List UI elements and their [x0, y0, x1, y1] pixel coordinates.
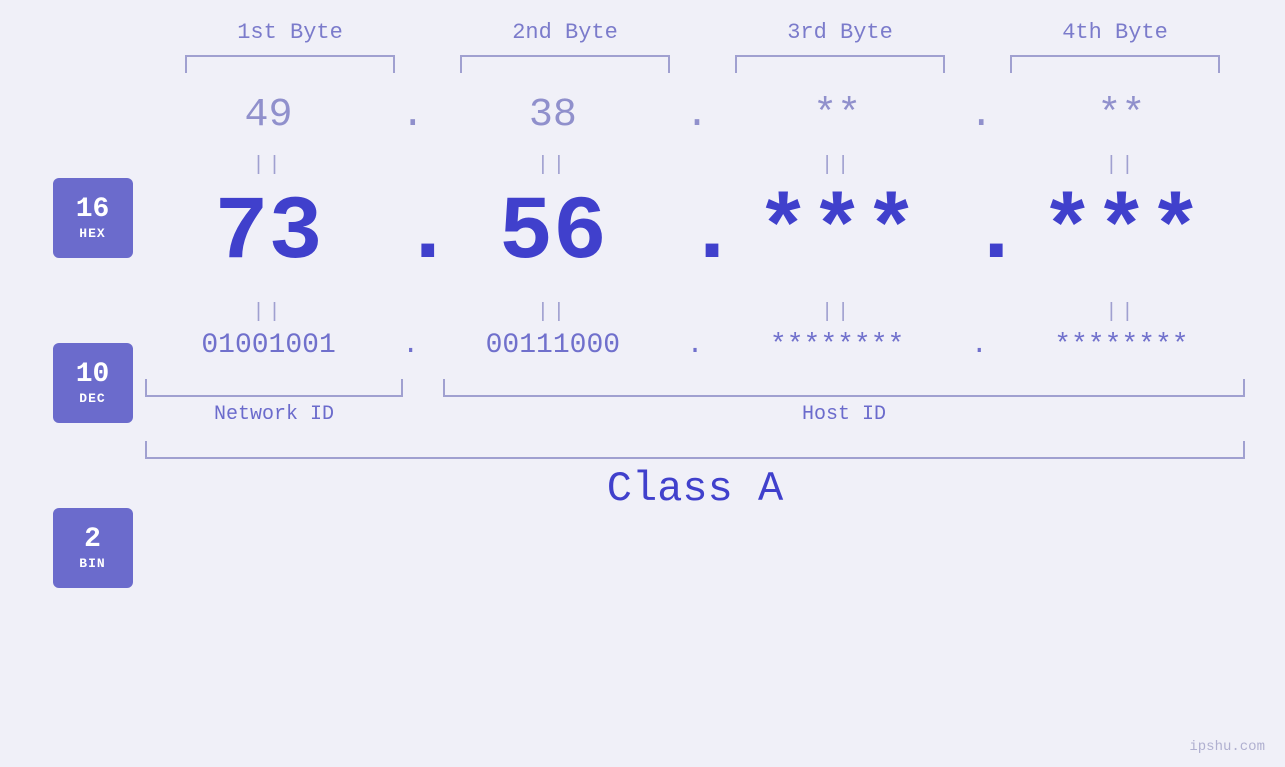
header-brackets — [153, 55, 1253, 73]
byte2-header: 2nd Byte — [450, 20, 680, 45]
watermark: ipshu.com — [1189, 739, 1265, 755]
class-label: Class A — [145, 465, 1245, 513]
hex-dot1: . — [401, 93, 421, 138]
main-container: 1st Byte 2nd Byte 3rd Byte 4th Byte 16 H… — [0, 0, 1285, 767]
bin-badge: 2 BIN — [53, 508, 133, 588]
dec-b2: 56 — [438, 189, 668, 279]
bracket-gap1 — [403, 379, 443, 397]
bin-b1: 01001001 — [154, 330, 384, 361]
bin-b2: 00111000 — [438, 330, 668, 361]
bracket-b1 — [185, 55, 395, 73]
eq1-b3: || — [722, 154, 952, 177]
bin-dot1: . — [401, 330, 421, 361]
network-id-bracket — [145, 379, 403, 397]
class-bracket — [145, 441, 1245, 459]
dec-b1: 73 — [154, 189, 384, 279]
host-id-label: Host ID — [443, 403, 1245, 426]
hex-badge: 16 HEX — [53, 178, 133, 258]
dec-dot3: . — [969, 183, 989, 285]
bin-b3: ******** — [722, 330, 952, 361]
bracket-b3 — [735, 55, 945, 73]
dec-b3: *** — [722, 189, 952, 279]
data-col: 49 . 38 . ** . ** || || || || 73 — [145, 93, 1245, 588]
eq2-b2: || — [438, 301, 668, 324]
dec-dot2: . — [685, 183, 705, 285]
eq2-b1: || — [154, 301, 384, 324]
bin-dot3: . — [969, 330, 989, 361]
bottom-brackets-row — [145, 379, 1245, 397]
equals-row-1: || || || || — [145, 154, 1245, 177]
hex-dot2: . — [685, 93, 705, 138]
host-id-bracket — [443, 379, 1245, 397]
bracket-b2 — [460, 55, 670, 73]
eq1-b1: || — [154, 154, 384, 177]
hex-row: 49 . 38 . ** . ** — [145, 93, 1245, 138]
network-id-label: Network ID — [145, 403, 403, 426]
eq1-b4: || — [1006, 154, 1236, 177]
equals-row-2: || || || || — [145, 301, 1245, 324]
hex-dot3: . — [969, 93, 989, 138]
eq2-b3: || — [722, 301, 952, 324]
bin-dot2: . — [685, 330, 705, 361]
dec-dot1: . — [401, 183, 421, 285]
byte1-header: 1st Byte — [175, 20, 405, 45]
dec-b4: *** — [1006, 189, 1236, 279]
byte-headers: 1st Byte 2nd Byte 3rd Byte 4th Byte — [153, 20, 1253, 45]
bottom-labels-row: Network ID Host ID — [145, 403, 1245, 426]
eq2-b4: || — [1006, 301, 1236, 324]
bin-row: 01001001 . 00111000 . ******** . *******… — [145, 330, 1245, 361]
hex-b1: 49 — [154, 93, 384, 138]
dec-row: 73 . 56 . *** . *** — [145, 183, 1245, 285]
byte3-header: 3rd Byte — [725, 20, 955, 45]
bracket-b4 — [1010, 55, 1220, 73]
byte4-header: 4th Byte — [1000, 20, 1230, 45]
bin-b4: ******** — [1006, 330, 1236, 361]
base-badges-col: 16 HEX 10 DEC 2 BIN — [40, 93, 145, 588]
dec-badge: 10 DEC — [53, 343, 133, 423]
outer-bracket-area: Class A — [145, 441, 1245, 513]
hex-b2: 38 — [438, 93, 668, 138]
data-layout: 16 HEX 10 DEC 2 BIN 49 . 38 . ** . ** — [0, 93, 1285, 588]
hex-b4: ** — [1006, 93, 1236, 138]
hex-b3: ** — [722, 93, 952, 138]
eq1-b2: || — [438, 154, 668, 177]
bottom-bracket-area: Network ID Host ID — [145, 379, 1245, 426]
